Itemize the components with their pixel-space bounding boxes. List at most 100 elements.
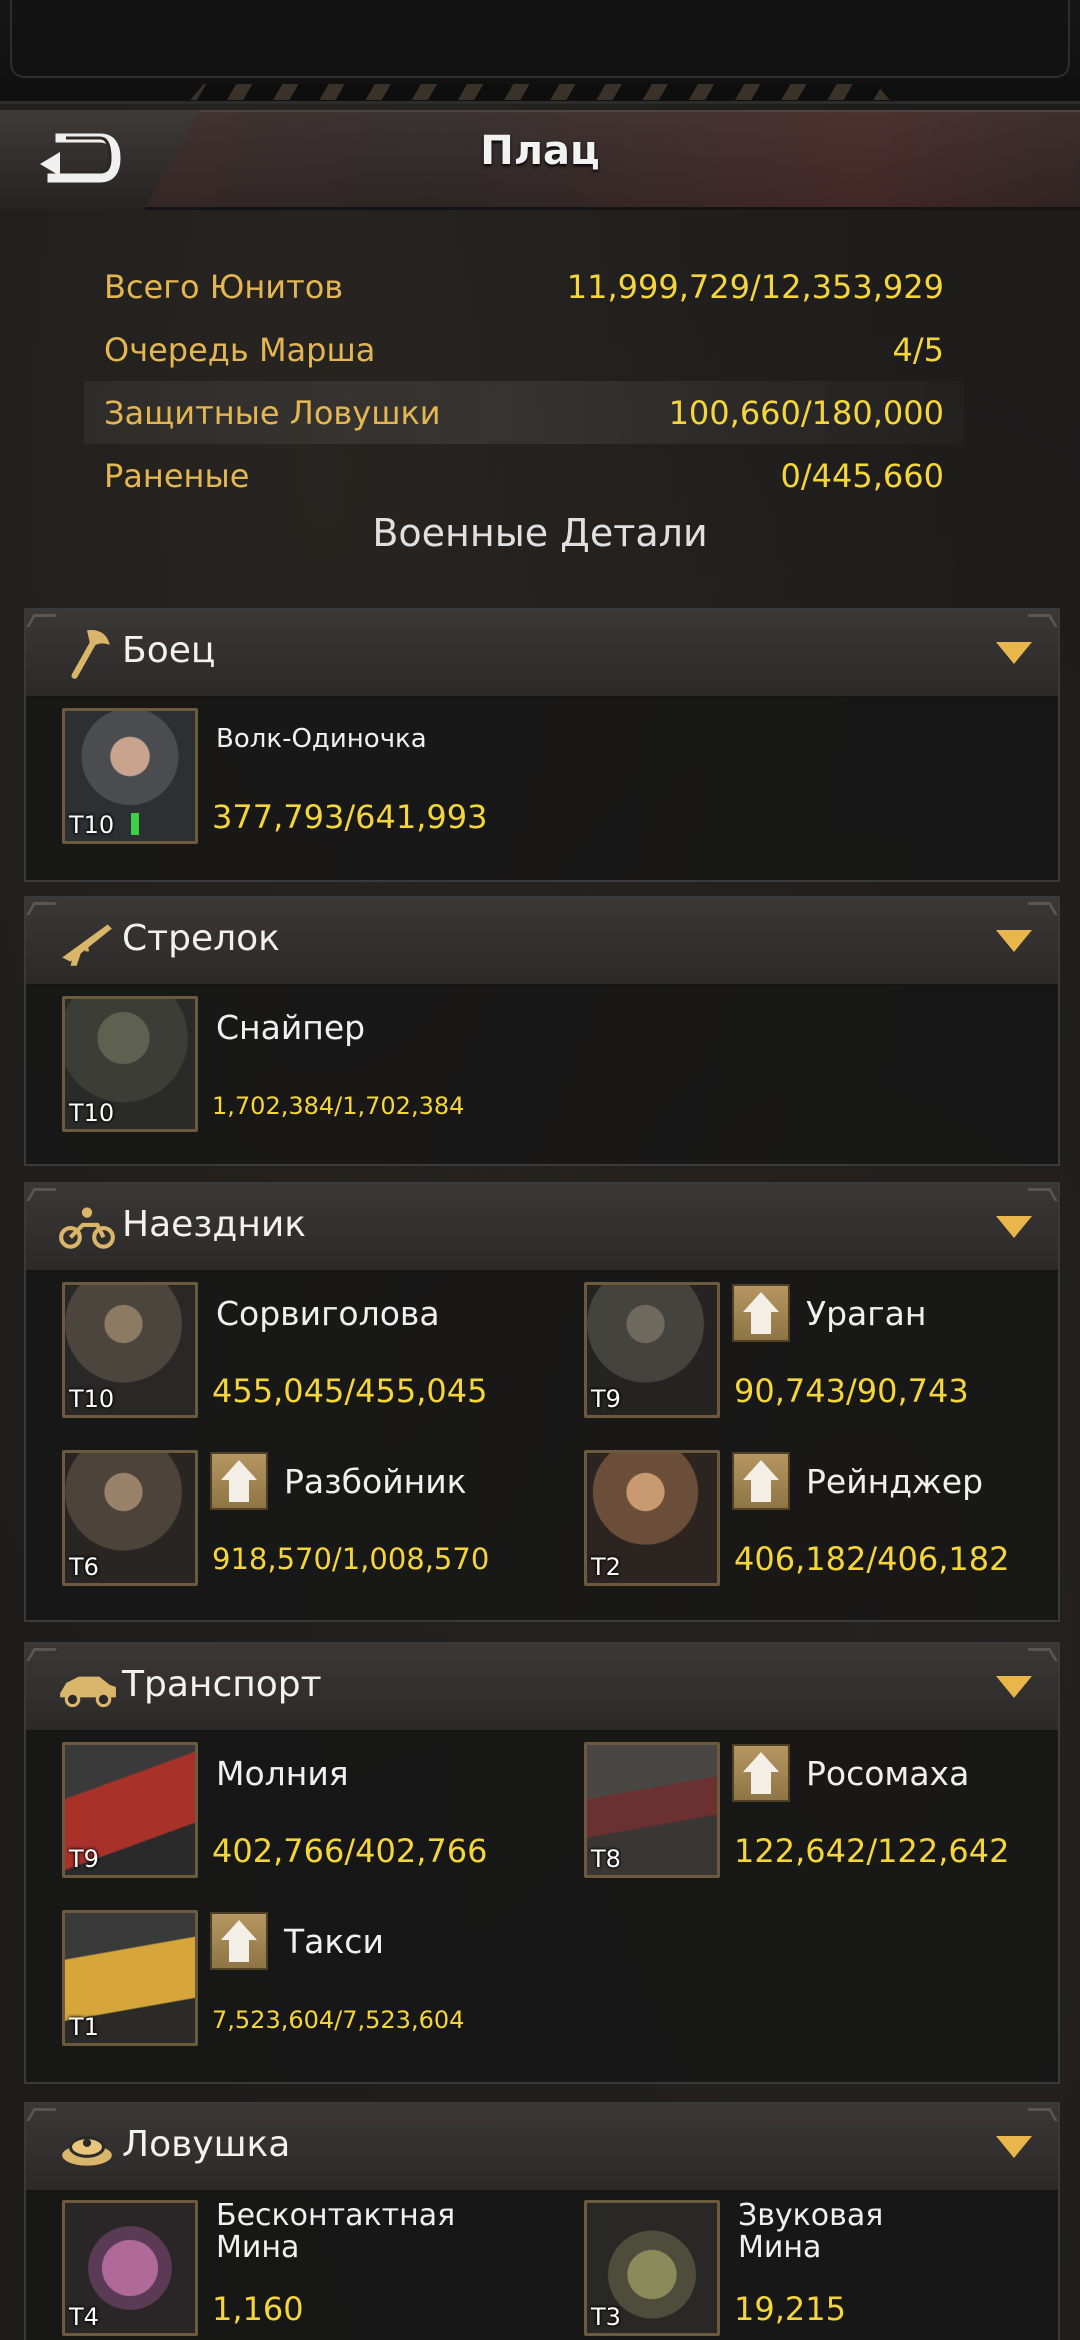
stat-defense-traps: Защитные Ловушки 100,660/180,000	[84, 381, 964, 444]
tier-label: T9	[69, 1845, 99, 1873]
stat-march-queue: Очередь Марша 4/5	[84, 318, 964, 381]
unit-card[interactable]: T9 Ураган 90,743/90,743	[584, 1282, 1064, 1422]
tier-label: T4	[69, 2303, 99, 2331]
unit-name: Ураган	[806, 1294, 927, 1333]
stat-value: 0/445,660	[780, 456, 944, 495]
unit-count: 1,702,384/1,702,384	[212, 1092, 465, 1120]
unit-portrait: T10	[62, 708, 198, 844]
category-header[interactable]: Наездник	[26, 1184, 1058, 1272]
stat-label: Всего Юнитов	[104, 267, 344, 306]
unit-count: 122,642/122,642	[734, 1832, 1010, 1870]
unit-card[interactable]: T10 Волк-Одиночка 377,793/641,993	[62, 708, 542, 848]
unit-count: 455,045/455,045	[212, 1372, 488, 1410]
unit-name: Рейнджер	[806, 1462, 984, 1501]
unit-card[interactable]: T10 Сорвиголова 455,045/455,045	[62, 1282, 542, 1422]
unit-card[interactable]: T10 Снайпер 1,702,384/1,702,384	[62, 996, 542, 1136]
top-frame	[0, 0, 1080, 104]
tier-label: T1	[69, 2013, 99, 2041]
chevron-down-icon[interactable]	[996, 642, 1032, 664]
unit-name: Бесконтактная Мина	[216, 2198, 456, 2265]
unit-portrait: T10	[62, 1282, 198, 1418]
upgrade-icon[interactable]	[732, 1284, 790, 1342]
section-title: Военные Детали	[372, 511, 708, 555]
unit-card[interactable]: T1 Такси 7,523,604/7,523,604	[62, 1910, 542, 2050]
tier-label: T10	[69, 811, 115, 839]
unit-name: Росомаха	[806, 1754, 970, 1793]
page-title: Плац	[480, 128, 600, 174]
unit-name: Такси	[284, 1922, 384, 1961]
stat-value: 100,660/180,000	[668, 393, 944, 432]
category-header[interactable]: Ловушка	[26, 2104, 1058, 2192]
unit-portrait: T1	[62, 1910, 198, 2046]
category-label: Боец	[122, 630, 216, 671]
category-header[interactable]: Боец	[26, 610, 1058, 698]
stat-label: Защитные Ловушки	[104, 393, 441, 432]
category-header[interactable]: Стрелок	[26, 898, 1058, 986]
upgrade-icon[interactable]	[732, 1744, 790, 1802]
unit-portrait: T8	[584, 1742, 720, 1878]
category-label: Наездник	[122, 1204, 306, 1245]
stat-value: 4/5	[892, 330, 945, 369]
tier-label: T2	[591, 1553, 621, 1581]
unit-portrait: T9	[584, 1282, 720, 1418]
unit-card[interactable]: T8 Росомаха 122,642/122,642	[584, 1742, 1064, 1882]
chevron-down-icon[interactable]	[996, 930, 1032, 952]
unit-count: 918,570/1,008,570	[212, 1542, 490, 1576]
category-transport: Транспорт T9 Молния 402,766/402,766 T8 Р…	[24, 1642, 1060, 2084]
stat-label: Раненые	[104, 456, 250, 495]
upgrade-icon[interactable]	[210, 1912, 268, 1970]
unit-card[interactable]: T4 Бесконтактная Мина 1,160	[62, 2200, 542, 2340]
category-label: Стрелок	[122, 918, 280, 959]
stat-total-units: Всего Юнитов 11,999,729/12,353,929	[84, 255, 964, 318]
unit-portrait: T2	[584, 1450, 720, 1586]
category-rider: Наездник T10 Сорвиголова 455,045/455,045…	[24, 1182, 1060, 1622]
unit-count: 402,766/402,766	[212, 1832, 488, 1870]
car-icon	[60, 1676, 116, 1708]
unit-portrait: T9	[62, 1742, 198, 1878]
category-label: Транспорт	[122, 1664, 322, 1705]
axe-icon	[71, 630, 110, 679]
chevron-down-icon[interactable]	[996, 1216, 1032, 1238]
top-frame-inner	[10, 0, 1070, 78]
hazard-stripe	[190, 84, 890, 100]
unit-name: Сорвиголова	[216, 1294, 440, 1333]
category-shooter: Стрелок T10 Снайпер 1,702,384/1,702,384	[24, 896, 1060, 1166]
unit-count: 7,523,604/7,523,604	[212, 2006, 465, 2034]
tier-label: T3	[591, 2303, 621, 2331]
unit-card[interactable]: T6 Разбойник 918,570/1,008,570	[62, 1450, 542, 1590]
motorcycle-icon	[59, 1207, 115, 1249]
category-label: Ловушка	[122, 2124, 291, 2165]
rifle-icon	[62, 924, 112, 966]
stat-wounded: Раненые 0/445,660	[84, 444, 964, 507]
stats-list: Всего Юнитов 11,999,729/12,353,929 Очере…	[84, 255, 964, 507]
unit-name: Звуковая Мина	[738, 2198, 884, 2265]
tier-label: T9	[591, 1385, 621, 1413]
category-fighter: Боец T10 Волк-Одиночка 377,793/641,993	[24, 608, 1060, 882]
category-header[interactable]: Транспорт	[26, 1644, 1058, 1732]
unit-card[interactable]: T3 Звуковая Мина 19,215	[584, 2200, 1064, 2340]
unit-portrait: T10	[62, 996, 198, 1132]
unit-count: 1,160	[212, 2290, 304, 2328]
chevron-down-icon[interactable]	[996, 2136, 1032, 2158]
unit-portrait: T4	[62, 2200, 198, 2336]
tier-label: T10	[69, 1099, 115, 1127]
unit-name: Молния	[216, 1754, 349, 1793]
unit-card[interactable]: T9 Молния 402,766/402,766	[62, 1742, 542, 1882]
tier-label: T10	[69, 1385, 115, 1413]
unit-name: Волк-Одиночка	[216, 724, 427, 754]
chevron-down-icon[interactable]	[996, 1676, 1032, 1698]
tier-label: T6	[69, 1553, 99, 1581]
unit-name: Разбойник	[284, 1462, 467, 1501]
upgrade-icon[interactable]	[210, 1452, 268, 1510]
unit-portrait: T6	[62, 1450, 198, 1586]
unit-count: 90,743/90,743	[734, 1372, 969, 1410]
stat-value: 11,999,729/12,353,929	[566, 267, 944, 306]
upgrade-icon[interactable]	[732, 1452, 790, 1510]
unit-count: 406,182/406,182	[734, 1540, 1010, 1578]
unit-card[interactable]: T2 Рейнджер 406,182/406,182	[584, 1450, 1064, 1590]
tier-label: T8	[591, 1845, 621, 1873]
stat-label: Очередь Марша	[104, 330, 376, 369]
category-trap: Ловушка T4 Бесконтактная Мина 1,160 T3 З…	[24, 2102, 1060, 2340]
unit-name: Снайпер	[216, 1008, 366, 1047]
unit-portrait: T3	[584, 2200, 720, 2336]
